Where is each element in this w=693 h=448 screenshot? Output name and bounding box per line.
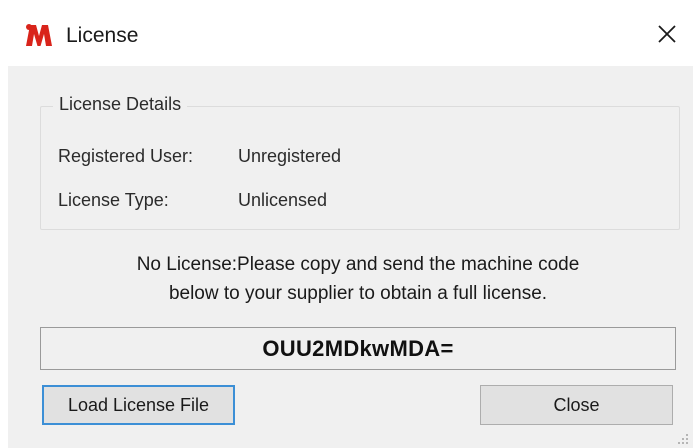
close-icon[interactable] — [649, 14, 685, 54]
registered-user-label: Registered User: — [58, 146, 194, 166]
license-dialog: License License Details Registered User:… — [0, 0, 693, 448]
resize-grip-icon[interactable] — [677, 432, 689, 444]
message-line-1: No License:Please copy and send the mach… — [136, 254, 580, 275]
title-bar[interactable]: License — [0, 0, 693, 66]
license-type-label: License Type: — [58, 190, 169, 210]
registered-user-value: Unregistered — [238, 146, 342, 166]
close-button[interactable]: Close — [480, 385, 673, 425]
window-title: License — [66, 24, 139, 47]
license-details-group: License Details Registered User: Unregis… — [40, 94, 680, 230]
machine-code-field[interactable]: OUU2MDkwMDA= — [40, 327, 676, 370]
dialog-body: License Details Registered User: Unregis… — [8, 66, 693, 448]
license-message: No License:Please copy and send the mach… — [38, 250, 678, 308]
message-line-2: below to your supplier to obtain a full … — [168, 283, 548, 304]
m-logo-icon — [24, 22, 54, 48]
load-license-file-button[interactable]: Load License File — [42, 385, 235, 425]
license-type-value: Unlicensed — [238, 190, 328, 210]
group-legend: License Details — [53, 94, 188, 115]
